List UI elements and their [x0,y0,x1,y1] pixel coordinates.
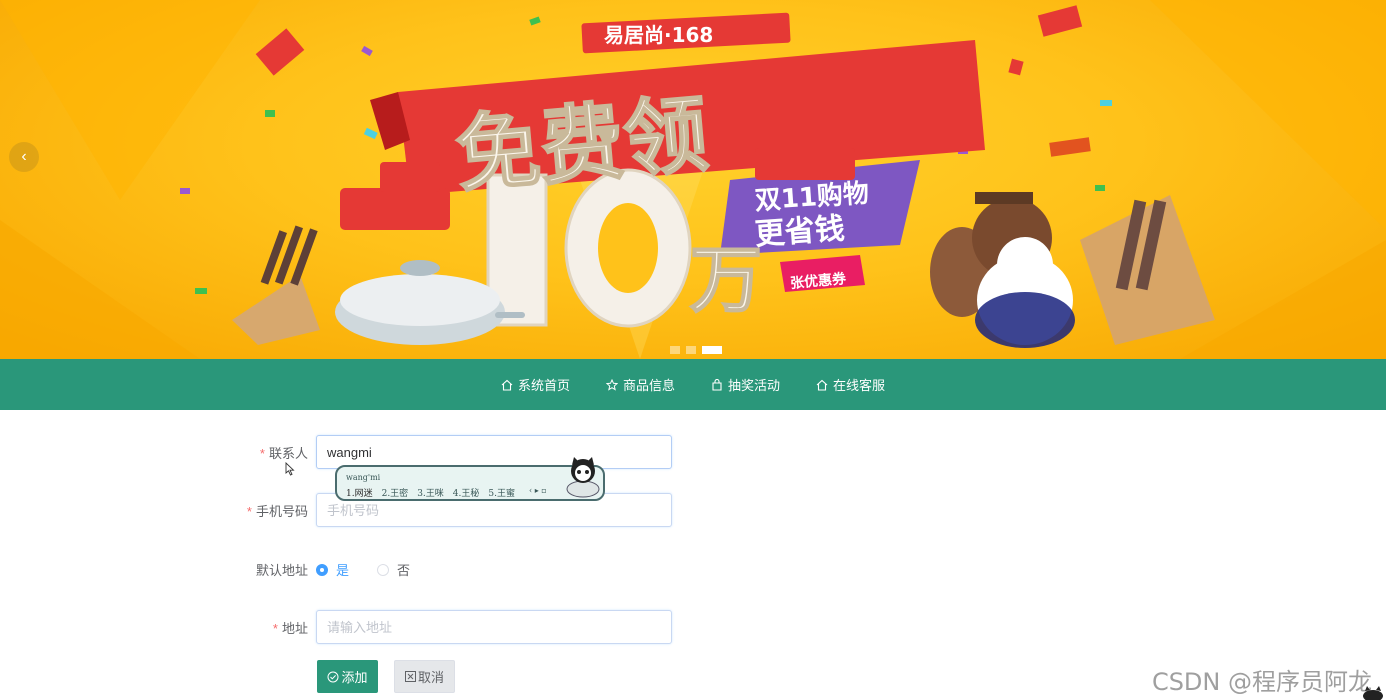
home-icon [816,379,828,391]
mouse-cursor-icon [285,462,295,476]
radio-circle [377,563,390,576]
nav-item-label: 在线客服 [833,378,886,393]
radio-circle [316,563,328,576]
carousel-dot[interactable] [686,346,696,354]
required-mark: * [272,620,278,636]
banner-artwork: 易居尚·168 免费领 万 双11购物 更省钱 张优惠券 [0,0,1386,359]
carousel-indicators [670,346,722,354]
ime-mascot-icon [566,457,600,498]
ime-candidate[interactable]: 4.王秘 [453,486,480,499]
close-square-icon [404,671,416,682]
home-icon [501,379,513,391]
banner-unit-text: 万 [690,238,762,322]
star-icon [605,378,618,391]
cat-avatar-icon [1363,686,1383,700]
nav-item-label: 系统首页 [517,378,570,393]
radio-yes[interactable]: 是 [316,560,349,579]
phone-label: * 手机号码 [246,503,308,519]
ime-page-arrows-icon[interactable]: ‹ ▸ ▫ [529,486,547,495]
carousel-dot[interactable] [670,346,680,354]
ime-composition: wang'mi [346,473,381,482]
nav-item-home[interactable]: 系统首页 [483,359,588,410]
nav-item-lottery[interactable]: 抽奖活动 [693,359,798,410]
radio-no[interactable]: 否 [377,560,410,579]
address-input[interactable] [316,610,672,644]
main-nav: 系统首页 商品信息 抽奖活动 在线客服 [0,359,1386,410]
ime-candidate[interactable]: 5.王蜜 [488,486,515,499]
carousel-dot-active[interactable] [702,346,722,354]
required-mark: * [246,503,252,519]
address-label: * 地址 [272,620,308,636]
add-button[interactable]: 添加 [317,660,378,693]
contact-label: * 联系人 [259,445,308,461]
bag-icon [712,378,722,391]
ime-candidate[interactable]: 3.王咪 [417,486,444,499]
form-row-default-address: 默认地址 是 否 [0,560,438,579]
promo-banner-carousel[interactable]: 易居尚·168 免费领 万 双11购物 更省钱 张优惠券 ‹ [0,0,1386,359]
banner-tagline2-text: 更省钱 [754,211,846,252]
ime-candidate-popup: wang'mi 1.网迷 2.王密 3.王咪 4.王秘 5.王蜜 ‹ ▸ ▫ [335,457,605,501]
nav-item-service[interactable]: 在线客服 [798,359,903,410]
cancel-button-label: 取消 [417,670,444,685]
check-circle-icon [327,671,339,683]
nav-item-products[interactable]: 商品信息 [588,359,693,410]
form-row-address: * 地址 [0,610,672,644]
add-button-label: 添加 [341,670,368,685]
contact-input[interactable] [316,435,672,469]
ime-candidate[interactable]: 2.王密 [382,486,409,499]
csdn-watermark: CSDN @程序员阿龙 [1151,668,1372,696]
default-address-radio-group: 是 否 [316,560,438,579]
cancel-button[interactable]: 取消 [394,660,455,693]
chevron-left-icon: ‹ [21,148,27,165]
default-address-label: 默认地址 [255,563,308,578]
ime-candidate-list: 1.网迷 2.王密 3.王咪 4.王秘 5.王蜜 [346,486,515,499]
nav-item-label: 商品信息 [622,378,675,393]
nav-item-label: 抽奖活动 [728,378,781,393]
carousel-prev-button[interactable]: ‹ [9,142,39,172]
banner-brand-text: 易居尚·168 [604,23,713,47]
ime-candidate[interactable]: 1.网迷 [346,486,373,499]
required-mark: * [259,445,265,461]
